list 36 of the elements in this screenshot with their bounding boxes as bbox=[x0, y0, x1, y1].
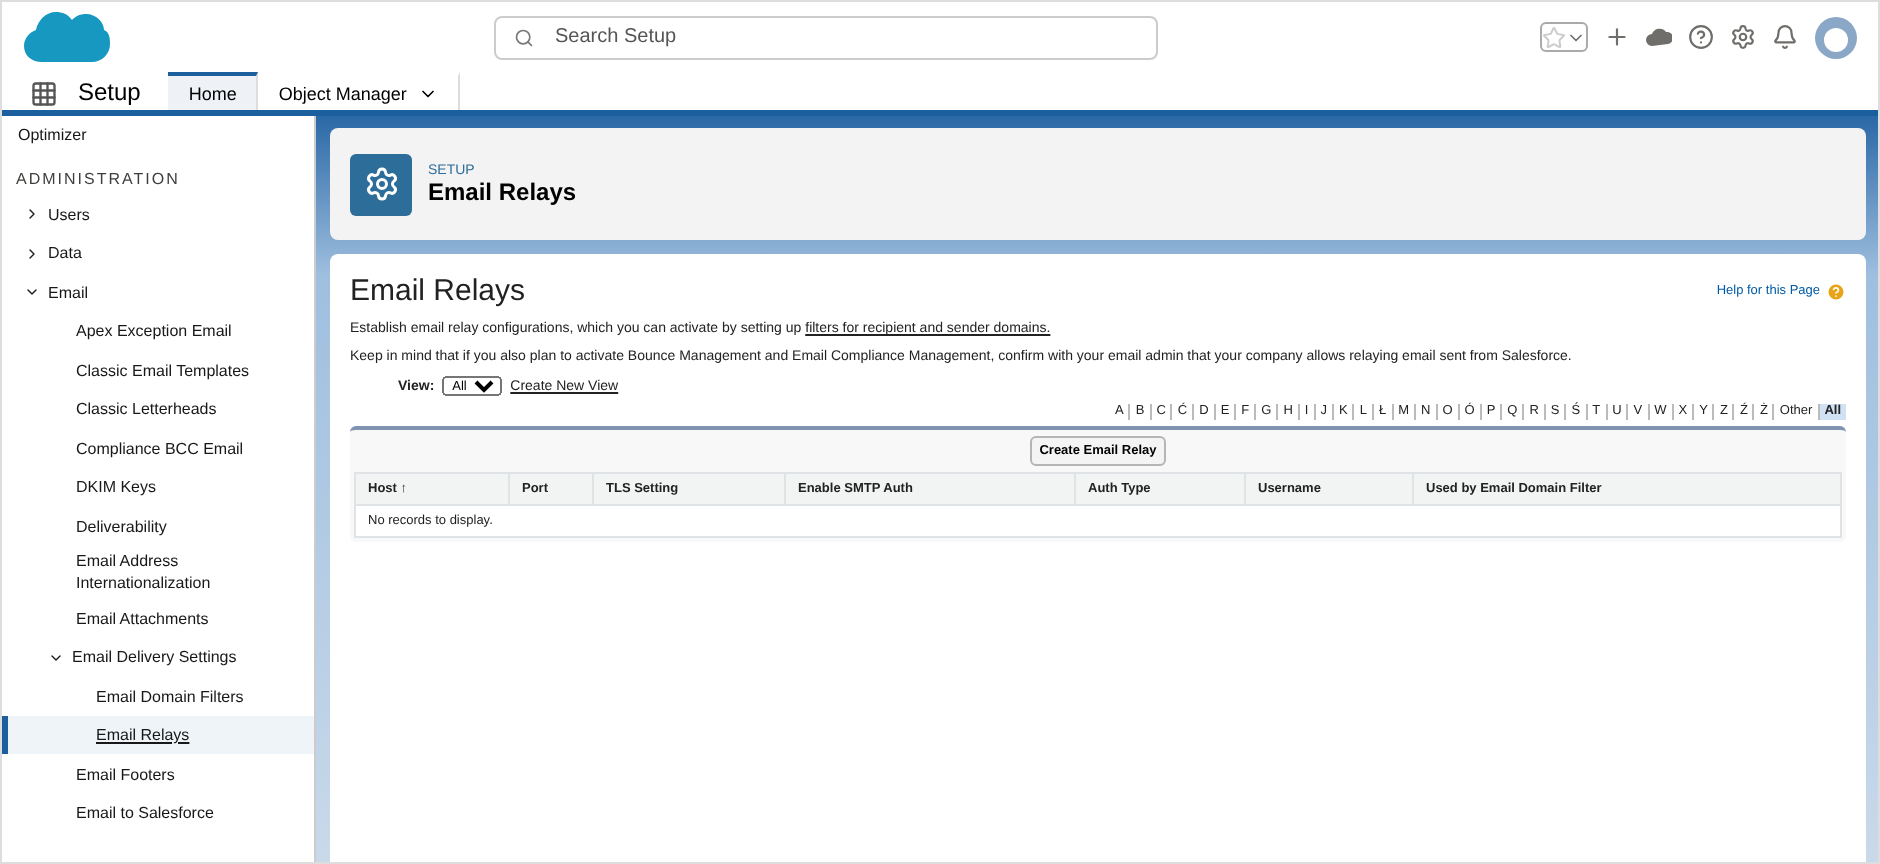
page-title: Email Relays bbox=[428, 177, 577, 205]
bell-icon[interactable] bbox=[1772, 24, 1798, 50]
search-field[interactable]: Search Setup bbox=[493, 15, 1157, 59]
settings-icon[interactable] bbox=[1730, 24, 1756, 50]
cloud-icon[interactable] bbox=[1646, 26, 1672, 48]
sidebar-item[interactable]: Email Delivery Settings bbox=[2, 637, 314, 677]
sidebar-item[interactable]: Deliverability bbox=[2, 507, 314, 546]
help-icon bbox=[1826, 281, 1846, 301]
sidebar-item[interactable]: Email to Salesforce bbox=[2, 793, 314, 833]
search-icon bbox=[513, 27, 533, 47]
sidebar-item[interactable]: Email Domain Filters bbox=[2, 676, 314, 716]
sidebar-item[interactable]: Email Address Internationalization bbox=[2, 546, 314, 599]
sidebar-item[interactable]: Email Attachments bbox=[2, 598, 314, 638]
sidebar-item[interactable]: Optimizer bbox=[2, 116, 314, 155]
cloud-logo[interactable] bbox=[22, 7, 110, 67]
sidebar-item[interactable]: Compliance BCC Email bbox=[2, 429, 314, 468]
content-title: Email Relays bbox=[350, 274, 526, 308]
sidebar-item[interactable]: Email Relays bbox=[2, 715, 314, 755]
help-icon[interactable] bbox=[1688, 24, 1714, 50]
sidebar-item[interactable]: Email Footers bbox=[2, 754, 314, 794]
sidebar-item[interactable]: Email bbox=[2, 273, 314, 312]
gear-icon bbox=[350, 153, 412, 215]
app-name: Setup bbox=[76, 75, 143, 109]
app-launcher-icon[interactable] bbox=[30, 80, 58, 108]
plus-icon[interactable] bbox=[1604, 24, 1630, 50]
sidebar-item[interactable]: Classic Email Templates bbox=[2, 351, 314, 390]
sidebar-item[interactable]: Apex Exception Email bbox=[2, 312, 314, 351]
sidebar-item[interactable]: Users bbox=[2, 195, 314, 234]
chevron-right-icon bbox=[24, 206, 40, 223]
section-heading: ADMINISTRATION bbox=[14, 167, 182, 191]
sidebar-item[interactable]: Data bbox=[2, 234, 314, 273]
sidebar-item[interactable]: DKIM Keys bbox=[2, 468, 314, 507]
nav-tab[interactable]: Home bbox=[168, 72, 259, 110]
star-icon bbox=[1542, 25, 1566, 49]
chevron-right-icon bbox=[24, 245, 40, 262]
sidebar-item[interactable]: Classic Letterheads bbox=[2, 390, 314, 429]
